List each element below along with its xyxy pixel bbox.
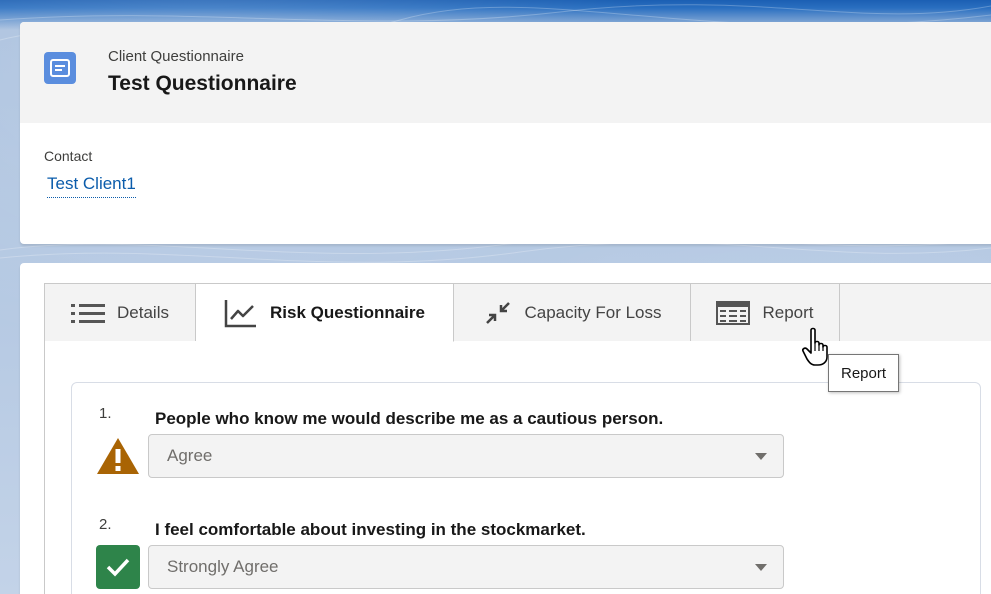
tab-label: Details [117, 302, 169, 322]
record-title: Test Questionnaire [108, 72, 297, 95]
chevron-down-icon [755, 453, 767, 460]
selected-value: Agree [167, 446, 213, 465]
record-header-card: Client Questionnaire Test Questionnaire … [20, 22, 991, 244]
tab-capacity-for-loss[interactable]: Capacity For Loss [454, 283, 691, 341]
risk-questionnaire-panel: 1. People who know me would describe me … [71, 382, 981, 594]
question-1-answer-select[interactable]: Agree [148, 434, 784, 478]
tab-risk-questionnaire[interactable]: Risk Questionnaire [196, 283, 454, 342]
selected-value: Strongly Agree [167, 557, 279, 576]
list-icon [71, 303, 106, 323]
report-tooltip: Report [828, 354, 900, 392]
tab-label: Capacity For Loss [524, 302, 662, 322]
table-icon [716, 300, 751, 325]
tab-label: Risk Questionnaire [270, 302, 425, 322]
record-type-label: Client Questionnaire [108, 48, 244, 65]
hand-cursor-icon [802, 327, 828, 366]
question-text: I feel comfortable about investing in th… [155, 520, 586, 539]
line-chart-icon [224, 299, 257, 327]
questionnaire-card: Details Risk Questionnaire Capacity For … [20, 263, 991, 594]
record-header: Client Questionnaire Test Questionnaire [20, 22, 991, 123]
tab-label: Report [762, 302, 814, 322]
tab-strip: Details Risk Questionnaire Capacity For … [45, 283, 991, 342]
questionnaire-icon [44, 52, 76, 84]
tab-strip-filler [840, 283, 991, 341]
tab-details[interactable]: Details [45, 283, 196, 341]
contact-link[interactable]: Test Client1 [47, 174, 136, 198]
question-number: 1. [99, 405, 112, 422]
tabset: Details Risk Questionnaire Capacity For … [44, 283, 991, 594]
chevron-down-icon [755, 564, 767, 571]
question-text: People who know me would describe me as … [155, 409, 664, 428]
check-icon [96, 545, 140, 589]
question-2-answer-select[interactable]: Strongly Agree [148, 545, 784, 589]
contact-field-label: Contact [44, 148, 93, 164]
contract-icon [485, 301, 510, 324]
warning-icon [95, 436, 141, 476]
question-number: 2. [99, 516, 112, 533]
